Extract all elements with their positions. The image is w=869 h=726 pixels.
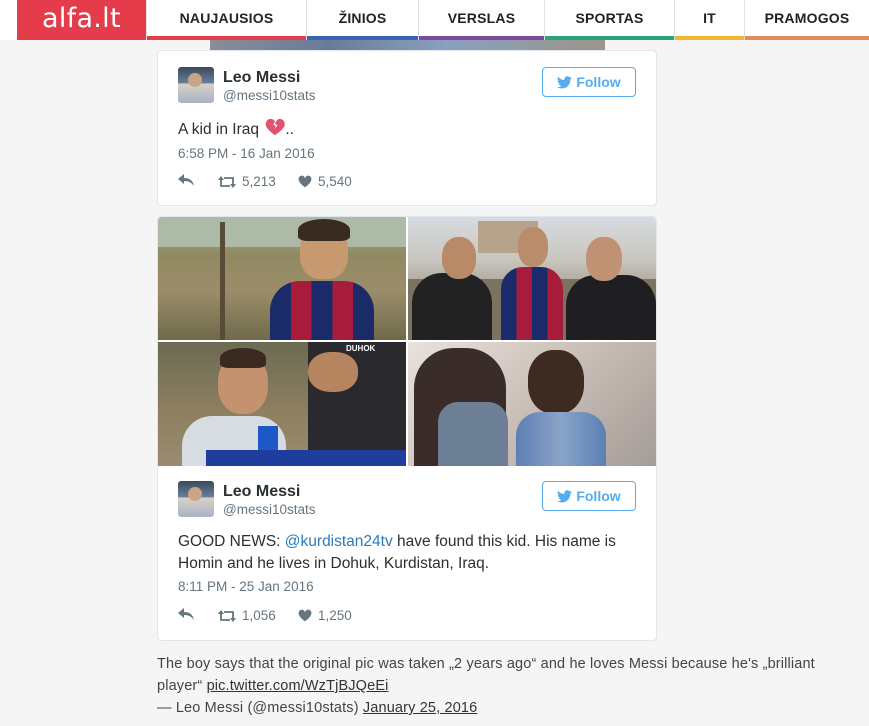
- follow-label: Follow: [576, 74, 621, 90]
- top-navigation: alfa.lt NAUJAUSIOS ŽINIOS VERSLAS SPORTA…: [0, 0, 869, 40]
- retweet-button[interactable]: 5,213: [218, 174, 276, 189]
- like-button[interactable]: 5,540: [298, 174, 352, 189]
- tweet-card: Leo Messi @messi10stats Follow A kid in …: [157, 50, 657, 206]
- retweet-count: 1,056: [242, 608, 276, 623]
- nav-item-label: SPORTAS: [575, 10, 644, 26]
- like-count: 1,250: [318, 608, 352, 623]
- nav-item-label: IT: [703, 10, 716, 26]
- media-photo[interactable]: [408, 217, 656, 340]
- twitter-bird-icon: [557, 76, 573, 89]
- like-count: 5,540: [318, 174, 352, 189]
- mention-link[interactable]: @kurdistan24tv: [285, 533, 393, 550]
- tweet-timestamp[interactable]: 8:11 PM - 25 Jan 2016: [178, 579, 314, 594]
- retweet-icon: [218, 609, 236, 622]
- reply-button[interactable]: [178, 608, 194, 620]
- embedded-photo: [210, 40, 605, 50]
- nav-item-verslas[interactable]: VERSLAS: [418, 0, 544, 40]
- media-overlay-label: DUHOK: [346, 344, 376, 353]
- reply-icon: [178, 174, 194, 186]
- follow-label: Follow: [576, 488, 621, 504]
- pic-link[interactable]: pic.twitter.com/WzTjBJQeEi: [207, 678, 389, 694]
- nav-item-label: VERSLAS: [447, 10, 516, 26]
- nav-item-label: PRAMOGOS: [764, 10, 850, 26]
- tweet-text-prefix: GOOD NEWS:: [178, 533, 285, 550]
- reply-icon: [178, 608, 194, 620]
- tweet-card: DUHOK Leo Messi @messi10stats Follow GOO…: [157, 216, 657, 641]
- avatar[interactable]: [178, 67, 214, 103]
- nav-color-bar: [675, 36, 744, 40]
- broken-heart-icon: [265, 118, 286, 136]
- heart-icon: [298, 175, 312, 188]
- tweet-text-suffix: ..: [285, 121, 294, 138]
- author-name[interactable]: Leo Messi: [223, 483, 300, 501]
- retweet-count: 5,213: [242, 174, 276, 189]
- author-name[interactable]: Leo Messi: [223, 69, 300, 87]
- retweet-icon: [218, 175, 236, 188]
- avatar[interactable]: [178, 481, 214, 517]
- tweet-timestamp[interactable]: 6:58 PM - 16 Jan 2016: [178, 146, 315, 161]
- tweet-text: A kid in Iraq ..: [178, 118, 640, 141]
- follow-button[interactable]: Follow: [542, 481, 636, 511]
- site-logo[interactable]: alfa.lt: [17, 0, 146, 40]
- nav-item-it[interactable]: IT: [674, 0, 744, 40]
- author-handle[interactable]: @messi10stats: [223, 502, 315, 517]
- nav-color-bar: [745, 36, 869, 40]
- tweet-media-grid[interactable]: DUHOK: [158, 217, 656, 466]
- media-photo[interactable]: DUHOK: [158, 342, 406, 466]
- follow-button[interactable]: Follow: [542, 67, 636, 97]
- nav-item-label: NAUJAUSIOS: [179, 10, 274, 26]
- nav-item-sportas[interactable]: SPORTAS: [544, 0, 674, 40]
- tweet-text-main: A kid in Iraq: [178, 121, 259, 138]
- caption-attribution: — Leo Messi (@messi10stats): [157, 700, 363, 716]
- date-link[interactable]: January 25, 2016: [363, 700, 477, 716]
- nav-item-zinios[interactable]: ŽINIOS: [306, 0, 418, 40]
- author-handle[interactable]: @messi10stats: [223, 88, 315, 103]
- media-photo[interactable]: [408, 342, 656, 466]
- like-button[interactable]: 1,250: [298, 608, 352, 623]
- reply-button[interactable]: [178, 174, 194, 186]
- retweet-button[interactable]: 1,056: [218, 608, 276, 623]
- twitter-bird-icon: [557, 490, 573, 503]
- nav-item-label: ŽINIOS: [338, 10, 387, 26]
- heart-icon: [298, 609, 312, 622]
- tweet-text: GOOD NEWS: @kurdistan24tv have found thi…: [178, 531, 640, 575]
- nav-item-naujausios[interactable]: NAUJAUSIOS: [146, 0, 306, 40]
- media-photo[interactable]: [158, 217, 406, 340]
- embed-caption: The boy says that the original pic was t…: [157, 653, 863, 719]
- nav-item-pramogos[interactable]: PRAMOGOS: [744, 0, 869, 40]
